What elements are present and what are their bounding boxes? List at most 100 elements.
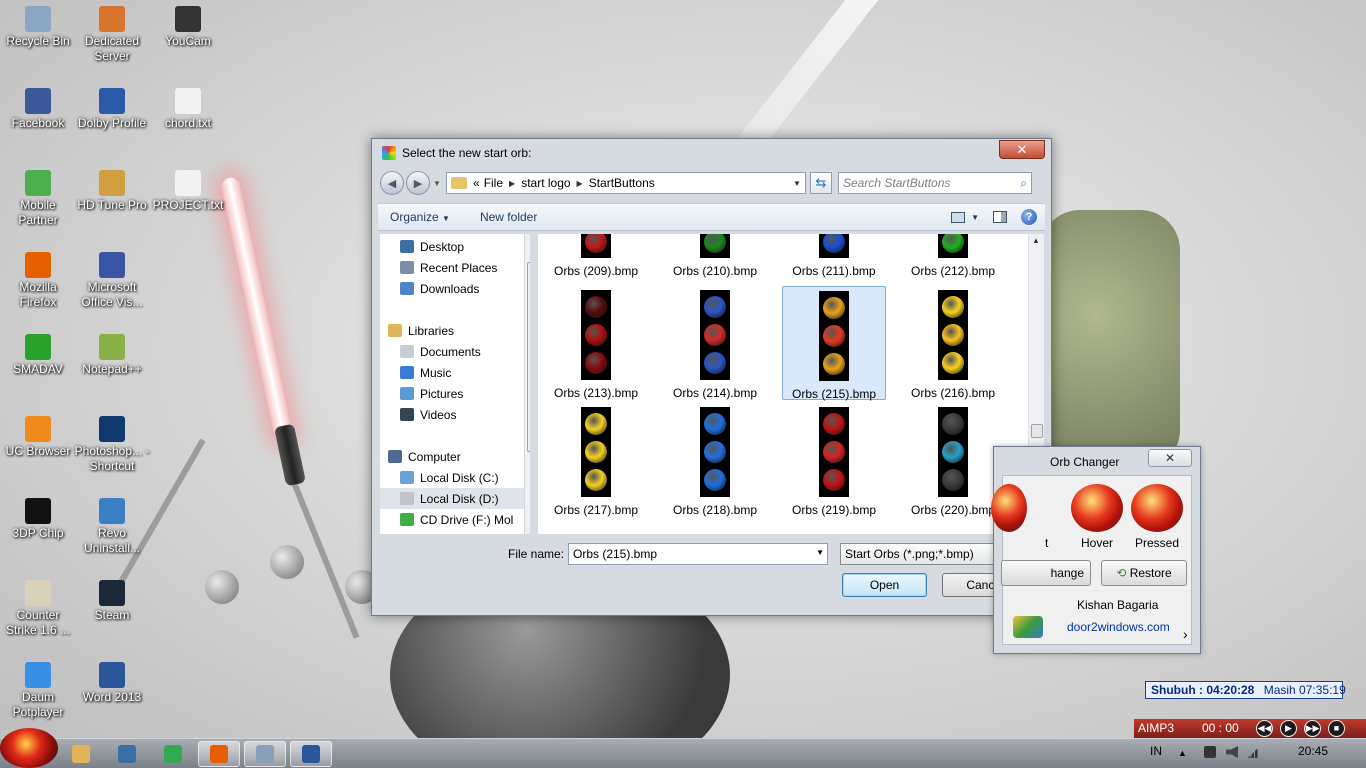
- file-item[interactable]: Orbs (218).bmp: [663, 403, 767, 517]
- taskbar-app-word[interactable]: [290, 741, 332, 767]
- back-button[interactable]: ◀: [380, 171, 404, 195]
- desktop-icon-facebook[interactable]: Facebook: [0, 82, 76, 131]
- desktop-icon-recycle-bin[interactable]: Recycle Bin: [0, 0, 76, 49]
- address-dropdown-icon[interactable]: ▼: [789, 179, 805, 188]
- close-button[interactable]: ✕: [999, 140, 1045, 159]
- nav-item-music[interactable]: Music: [400, 362, 451, 383]
- new-folder-button[interactable]: New folder: [480, 210, 537, 224]
- refresh-button[interactable]: ⇆: [810, 172, 832, 194]
- website-link[interactable]: door2windows.com: [1067, 620, 1170, 634]
- battery-icon[interactable]: [1204, 746, 1216, 758]
- dialog-title-bar[interactable]: Select the new start orb:: [372, 139, 1051, 167]
- desktop-icon-counter-strike-1-6[interactable]: Counter Strike 1.6 ...: [0, 574, 76, 638]
- start-button[interactable]: [0, 728, 58, 768]
- nav-item-documents[interactable]: Documents: [400, 341, 481, 362]
- desktop-icon-smadav[interactable]: SMADAV: [0, 328, 76, 377]
- desktop-icon-3dp-chip[interactable]: 3DP Chip: [0, 492, 76, 541]
- file-item[interactable]: Orbs (214).bmp: [663, 286, 767, 400]
- taskbar-app-orb-changer[interactable]: [244, 741, 286, 767]
- desktop-icon-dolby-profile[interactable]: Dolby Profile: [74, 82, 150, 131]
- file-item[interactable]: Orbs (220).bmp: [901, 403, 1005, 517]
- forward-button[interactable]: ▶: [406, 171, 430, 195]
- nav-item-recent-places[interactable]: Recent Places: [400, 257, 497, 278]
- scrollbar-thumb[interactable]: [1031, 424, 1043, 438]
- file-item[interactable]: Orbs (211).bmp: [782, 234, 886, 280]
- desktop-icon-label: Daum Potplayer: [12, 690, 64, 719]
- search-placeholder: Search StartButtons: [843, 176, 951, 190]
- facebook-icon: [25, 88, 51, 114]
- nav-item-libraries[interactable]: Libraries: [388, 320, 454, 341]
- breadcrumb-overflow[interactable]: «: [473, 176, 480, 190]
- nav-item-local-disk-d[interactable]: Local Disk (D:): [380, 488, 524, 509]
- breadcrumb-file[interactable]: File: [484, 176, 503, 190]
- breadcrumb-start-logo[interactable]: start logo: [521, 176, 570, 190]
- next-track-icon[interactable]: ▶▶: [1304, 720, 1321, 737]
- nav-item-local-disk-c[interactable]: Local Disk (C:): [400, 467, 499, 488]
- chevron-down-icon[interactable]: ▼: [816, 548, 824, 557]
- desktop-icon-notepad[interactable]: Notepad++: [74, 328, 150, 377]
- desktop-icon-chord-txt[interactable]: chord.txt: [150, 82, 226, 131]
- taskbar-app-chrome[interactable]: [152, 741, 194, 767]
- file-item[interactable]: Orbs (209).bmp: [544, 234, 648, 280]
- file-item[interactable]: Orbs (213).bmp: [544, 286, 648, 400]
- file-item[interactable]: Orbs (219).bmp: [782, 403, 886, 517]
- nav-item-downloads[interactable]: Downloads: [400, 278, 479, 299]
- help-icon[interactable]: ?: [1021, 209, 1037, 225]
- open-button[interactable]: Open: [842, 573, 927, 597]
- desktop-icon-label: 3DP Chip: [12, 526, 64, 540]
- play-icon[interactable]: ▶: [1280, 720, 1297, 737]
- scrollbar-thumb[interactable]: [527, 262, 530, 452]
- desktop-icon-microsoft-office-vis[interactable]: Microsoft Office Vis...: [74, 246, 150, 310]
- breadcrumb-separator-icon[interactable]: ▶: [577, 179, 583, 188]
- nav-item-videos[interactable]: Videos: [400, 404, 456, 425]
- desktop-icon-daum-potplayer[interactable]: Daum Potplayer: [0, 656, 76, 720]
- desktop-icon-hd-tune-pro[interactable]: HD Tune Pro: [74, 164, 150, 213]
- desktop-icon-mozilla-firefox[interactable]: Mozilla Firefox: [0, 246, 76, 310]
- nav-item-cd-drive-f-mol[interactable]: CD Drive (F:) Mol: [400, 509, 513, 530]
- nav-item-desktop[interactable]: Desktop: [400, 236, 464, 257]
- counter-strike-icon: [25, 580, 51, 606]
- breadcrumb-separator-icon[interactable]: ▶: [509, 179, 515, 188]
- nav-item-pictures[interactable]: Pictures: [400, 383, 463, 404]
- desktop-icon-word-2013[interactable]: Word 2013: [74, 656, 150, 705]
- desktop-icon-dedicated-server[interactable]: Dedicated Server: [74, 0, 150, 64]
- taskbar-app-explorer[interactable]: [60, 741, 102, 767]
- search-input[interactable]: Search StartButtons ⌕: [838, 172, 1032, 194]
- navigation-scrollbar[interactable]: [524, 234, 530, 534]
- stop-icon[interactable]: ■: [1328, 720, 1345, 737]
- restore-button[interactable]: ⟲ Restore: [1101, 560, 1187, 586]
- desktop-icon-youcam[interactable]: YouCam: [150, 0, 226, 49]
- organize-menu[interactable]: Organize ▼: [390, 210, 450, 224]
- change-view-button[interactable]: ▼: [951, 211, 979, 223]
- recent-locations-dropdown[interactable]: ▼: [432, 179, 442, 188]
- preview-pane-icon[interactable]: [993, 211, 1007, 223]
- scroll-up-icon[interactable]: ▲: [1032, 236, 1040, 245]
- show-hidden-icons-icon[interactable]: ▲: [1178, 748, 1187, 758]
- desktop-icon-steam[interactable]: Steam: [74, 574, 150, 623]
- nav-item-computer[interactable]: Computer: [388, 446, 461, 467]
- breadcrumb-startbuttons[interactable]: StartButtons: [589, 176, 655, 190]
- previous-track-icon[interactable]: ◀◀: [1256, 720, 1273, 737]
- file-item[interactable]: Orbs (216).bmp: [901, 286, 1005, 400]
- desktop-icon-photoshop-shortcut[interactable]: Photoshop... - Shortcut: [74, 410, 150, 474]
- file-item[interactable]: Orbs (215).bmp: [782, 286, 886, 401]
- file-name-input[interactable]: Orbs (215).bmp ▼: [568, 543, 828, 565]
- desktop-icon-revo-uninstall[interactable]: Revo Uninstall...: [74, 492, 150, 556]
- file-item[interactable]: Orbs (217).bmp: [544, 403, 648, 517]
- taskbar-app-firefox[interactable]: [198, 741, 240, 767]
- language-indicator[interactable]: IN: [1150, 744, 1162, 758]
- desktop-icon-uc-browser[interactable]: UC Browser: [0, 410, 76, 459]
- file-item[interactable]: Orbs (212).bmp: [901, 234, 1005, 280]
- orb-changer-close-button[interactable]: ✕: [1148, 449, 1192, 467]
- file-type-value: Start Orbs (*.png;*.bmp): [845, 547, 974, 561]
- desktop-icon-mobile-partner[interactable]: Mobile Partner: [0, 164, 76, 228]
- address-bar[interactable]: « File ▶ start logo ▶ StartButtons ▼: [446, 172, 806, 194]
- desktop-icon-project-txt[interactable]: PROJECT.txt: [150, 164, 226, 213]
- file-item[interactable]: Orbs (210).bmp: [663, 234, 767, 280]
- clock[interactable]: 20:45: [1298, 744, 1328, 758]
- chevron-right-icon[interactable]: ›: [1183, 626, 1188, 642]
- search-icon[interactable]: ⌕: [1020, 176, 1027, 191]
- change-button[interactable]: hange: [1001, 560, 1091, 586]
- file-name: Orbs (216).bmp: [910, 386, 996, 400]
- taskbar-app-window-switcher[interactable]: [106, 741, 148, 767]
